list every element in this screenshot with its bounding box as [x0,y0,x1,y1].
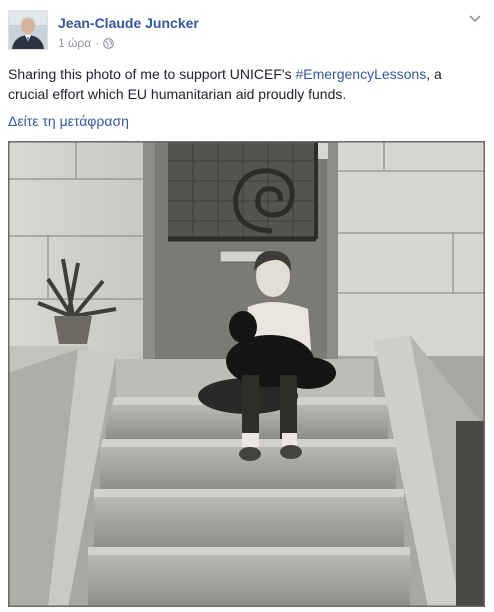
hashtag-link[interactable]: #EmergencyLessons [295,66,426,82]
chevron-down-icon[interactable] [468,14,482,24]
avatar-image [9,11,47,49]
meta-separator: · [95,36,100,50]
post-header: Jean-Claude Juncker 1 ώρα · [8,10,486,56]
photo-image [8,141,485,607]
author-avatar[interactable] [8,10,48,50]
post-text: Sharing this photo of me to support UNIC… [8,64,478,104]
facebook-post: Jean-Claude Juncker 1 ώρα · Sharing this… [0,0,494,612]
see-translation-link[interactable]: Δείτε τη μετάφραση [8,113,129,129]
post-timestamp[interactable]: 1 ώρα [58,36,91,50]
author-name[interactable]: Jean-Claude Juncker [58,15,199,31]
post-meta: 1 ώρα · [58,36,114,50]
globe-icon[interactable] [103,37,114,49]
post-text-before: Sharing this photo of me to support UNIC… [8,66,296,82]
post-photo[interactable] [8,141,485,607]
